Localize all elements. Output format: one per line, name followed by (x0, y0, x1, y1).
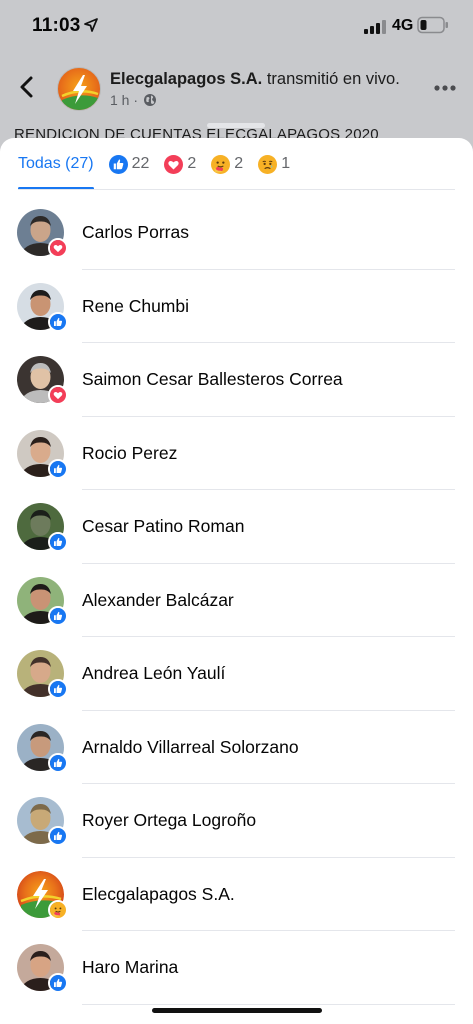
tab-label: 2 (187, 155, 197, 172)
lightning-logo-icon (61, 75, 99, 110)
list-item[interactable]: Haro Marina (0, 931, 473, 1005)
post-action: transmitió en vivo. (262, 70, 400, 88)
like-icon (48, 973, 68, 993)
tab-all[interactable]: Todas (27) (18, 138, 94, 190)
tab-label: 2 (234, 155, 244, 172)
reactor-name[interactable]: Rocio Perez (82, 443, 177, 464)
list-item[interactable]: Royer Ortega Logroño (0, 784, 473, 858)
care-icon (211, 154, 231, 174)
tab-sad[interactable]: 1 (258, 138, 290, 190)
like-icon (48, 605, 68, 626)
post-title: Elecgalapagos S.A. transmitió en vivo. (110, 70, 400, 89)
reactor-name[interactable]: Rene Chumbi (82, 296, 189, 317)
tab-label: Todas (27) (18, 155, 94, 172)
reactor-name[interactable]: Alexander Balcázar (82, 590, 234, 611)
status-bar: 11:03 4G (0, 0, 473, 52)
reactor-name[interactable]: Cesar Patino Roman (82, 516, 244, 537)
like-icon (48, 826, 68, 846)
tab-label: 22 (131, 155, 150, 172)
list-item[interactable]: Arnaldo Villarreal Solorzano (0, 711, 473, 784)
signal-icon (364, 20, 386, 34)
tab-love[interactable]: 2 (164, 138, 196, 190)
tab-like[interactable]: 22 (108, 138, 150, 190)
reactor-name[interactable]: Elecgalapagos S.A. (82, 884, 235, 905)
list-item[interactable]: Elecgalapagos S.A. (0, 858, 473, 931)
like-icon (48, 679, 68, 699)
list-item[interactable]: Carlos Porras (0, 196, 473, 270)
list-item[interactable]: Saimon Cesar Ballesteros Correa (0, 343, 473, 417)
like-icon (108, 154, 128, 174)
list-item[interactable]: Rene Chumbi (0, 270, 473, 343)
love-icon (164, 154, 184, 174)
reactor-name[interactable]: Saimon Cesar Ballesteros Correa (82, 369, 343, 390)
more-icon[interactable] (433, 84, 457, 92)
post-meta: 1 h · (110, 92, 157, 108)
like-icon (48, 311, 68, 332)
care-icon (48, 899, 68, 920)
list-item[interactable]: Cesar Patino Roman (0, 490, 473, 564)
reactor-name[interactable]: Arnaldo Villarreal Solorzano (82, 737, 299, 758)
sad-icon (258, 154, 278, 174)
page-avatar[interactable] (57, 67, 101, 111)
row-divider (82, 1003, 455, 1005)
love-icon (48, 385, 68, 405)
back-arrow-icon[interactable] (16, 74, 38, 100)
post-time: 1 h · (110, 92, 139, 108)
tabs-divider (18, 189, 455, 190)
reaction-tabs: Todas (27) 22 2 2 1 (0, 138, 473, 190)
like-icon (48, 752, 68, 773)
like-icon (48, 458, 68, 479)
reactors-list: Carlos Porras Rene Chumbi Saimon Cesar Bal… (0, 196, 473, 1005)
network-type: 4G (392, 17, 414, 34)
post-header: Elecgalapagos S.A. transmitió en vivo. 1… (0, 52, 473, 143)
reactions-sheet: Todas (27) 22 2 2 1 Carlos Porras Rene Chumbi… (0, 138, 473, 1024)
sheet-grabber[interactable] (207, 123, 265, 128)
location-arrow-icon (84, 18, 98, 32)
list-item[interactable]: Rocio Perez (0, 417, 473, 490)
list-item[interactable]: Andrea León Yaulí (0, 637, 473, 711)
globe-icon (144, 94, 157, 106)
reactor-name[interactable]: Carlos Porras (82, 222, 189, 243)
tab-label: 1 (281, 155, 291, 172)
tab-care[interactable]: 2 (211, 138, 243, 190)
page-name[interactable]: Elecgalapagos S.A. (110, 70, 262, 88)
reactor-name[interactable]: Royer Ortega Logroño (82, 810, 256, 831)
love-icon (48, 238, 68, 258)
reactor-name[interactable]: Andrea León Yaulí (82, 663, 225, 684)
list-item[interactable]: Alexander Balcázar (0, 564, 473, 637)
battery-icon (417, 16, 448, 34)
home-indicator (152, 1008, 322, 1013)
status-time: 11:03 (32, 15, 81, 36)
like-icon (48, 532, 68, 552)
reactor-name[interactable]: Haro Marina (82, 957, 178, 978)
